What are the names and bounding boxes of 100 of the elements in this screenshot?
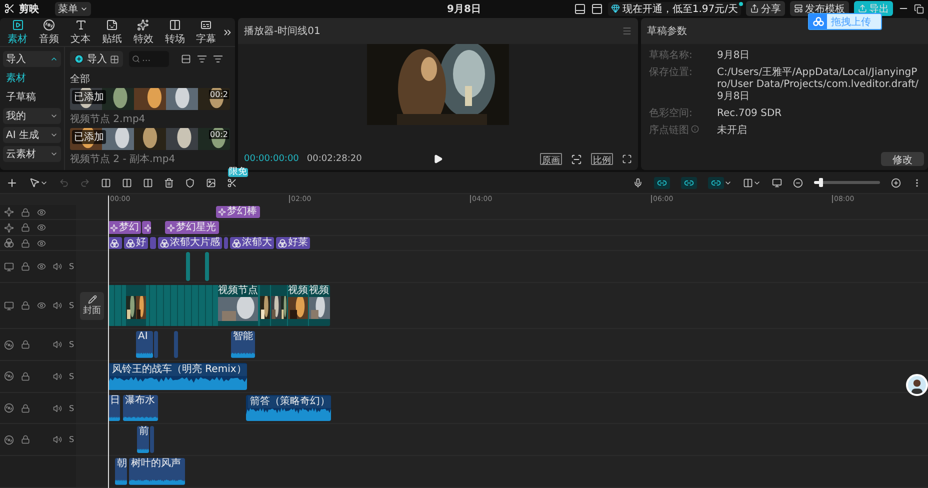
sidebar-group[interactable]: AI 生成 (3, 127, 61, 143)
audio-clip[interactable] (154, 331, 158, 358)
cover-button[interactable]: 封面 (80, 292, 104, 320)
media-item[interactable]: 已添加 00:2 (70, 128, 230, 150)
zoom-slider[interactable] (814, 181, 880, 184)
volume-icon[interactable] (53, 340, 62, 350)
audio-clip[interactable]: 朝 (115, 458, 127, 485)
media-item[interactable]: 已添加 00:2 (70, 88, 230, 110)
split-icon[interactable] (122, 178, 132, 188)
audio-clip[interactable] (174, 331, 178, 358)
filter-icon[interactable] (197, 54, 207, 64)
filter-clip[interactable]: 浓郁大 (230, 236, 274, 250)
pointer-icon[interactable] (29, 177, 40, 188)
zoom-in-icon[interactable] (891, 178, 901, 188)
solo-toggle[interactable]: S (69, 372, 74, 381)
eye-icon[interactable] (37, 238, 46, 248)
link-icon[interactable] (657, 178, 667, 188)
solo-toggle[interactable]: S (69, 435, 74, 444)
media-tab[interactable]: 素材 (2, 18, 34, 46)
more-tabs-icon[interactable] (222, 26, 233, 38)
image-icon[interactable] (206, 178, 216, 188)
filter-clip[interactable]: 好 (124, 236, 148, 250)
eye-icon[interactable] (37, 301, 46, 310)
eye-icon[interactable] (37, 262, 46, 272)
import-button[interactable]: 导入 (70, 51, 123, 67)
effect-clip[interactable]: 梦幻棒 (216, 206, 260, 218)
lock-icon[interactable] (21, 372, 30, 381)
player-button[interactable]: 原画 (540, 153, 562, 165)
scissors-icon[interactable] (227, 178, 237, 188)
edit-button[interactable]: 修改 (881, 152, 924, 166)
sidebar-group[interactable]: 我的 (3, 108, 61, 124)
media-tab[interactable]: 贴纸 (96, 18, 128, 46)
layout-icon[interactable] (574, 2, 586, 14)
restore-icon[interactable] (914, 4, 924, 14)
audio-clip[interactable]: AI (136, 331, 153, 358)
monitor-icon[interactable] (772, 178, 782, 188)
audio-clip[interactable]: 瀑布水 (123, 394, 158, 422)
sidebar-group[interactable]: 云素材 (3, 146, 61, 162)
lock-icon[interactable] (21, 435, 30, 444)
filter-clip[interactable] (150, 236, 156, 250)
layout-icon[interactable] (591, 2, 604, 14)
split-icon[interactable] (101, 178, 111, 188)
volume-icon[interactable] (53, 262, 62, 272)
fullscreen-icon[interactable] (622, 154, 632, 164)
audio-clip[interactable]: 日 (108, 394, 120, 422)
volume-icon[interactable] (53, 435, 62, 444)
audio-clip[interactable]: 风铃王的战车（明亮 Remix） (108, 362, 247, 390)
scan-icon[interactable] (571, 154, 582, 164)
lock-icon[interactable] (21, 208, 30, 217)
sort-icon[interactable] (213, 54, 223, 64)
filter-clip[interactable] (224, 236, 228, 250)
lock-icon[interactable] (21, 262, 30, 272)
link-icon[interactable] (711, 178, 721, 188)
play-button[interactable] (433, 154, 443, 164)
share-button[interactable]: 分享 (746, 1, 785, 16)
shield-icon[interactable] (185, 178, 195, 188)
filter-clip[interactable]: 好莱 (276, 236, 310, 250)
solo-toggle[interactable]: S (69, 340, 74, 350)
add-icon[interactable] (6, 176, 18, 188)
eye-icon[interactable] (37, 208, 46, 217)
volume-icon[interactable] (53, 301, 62, 310)
view-icon[interactable] (181, 54, 191, 64)
media-tab[interactable]: 字幕 (190, 18, 222, 46)
split-icon[interactable] (143, 178, 153, 188)
filter-clip[interactable]: 浓郁大片感 (158, 236, 222, 250)
lock-icon[interactable] (21, 404, 30, 413)
effect-clip[interactable]: 梦幻 (108, 221, 141, 234)
player-button[interactable]: 比例 (591, 153, 613, 165)
sidebar-item[interactable]: 子草稿 (3, 89, 61, 105)
menu-button[interactable]: 菜单 (55, 2, 91, 16)
solo-toggle[interactable]: S (69, 262, 74, 272)
effect-clip[interactable]: 梦幻星光 (165, 221, 219, 234)
solo-toggle[interactable]: S (69, 404, 74, 413)
lock-icon[interactable] (21, 340, 30, 350)
media-tab[interactable]: 文本 (64, 18, 96, 46)
audio-clip[interactable]: 前 (137, 426, 149, 454)
eye-icon[interactable] (37, 223, 46, 232)
audio-clip[interactable] (150, 426, 154, 454)
info-icon[interactable] (691, 125, 699, 133)
preview-axis-icon[interactable] (743, 178, 753, 188)
video-clip[interactable] (186, 252, 190, 282)
audio-clip[interactable]: 智能 (231, 331, 255, 358)
media-tab[interactable]: 特效 (128, 18, 160, 46)
video-clip[interactable] (205, 252, 209, 282)
promo-link[interactable]: 现在开通，低至1.97元/天 (608, 2, 741, 16)
link-icon[interactable] (684, 178, 694, 188)
sidebar-item[interactable]: 素材 (3, 70, 61, 86)
search-field[interactable]: ... (129, 51, 169, 67)
volume-icon[interactable] (53, 372, 62, 381)
sidebar-group[interactable]: 导入 (3, 51, 61, 67)
volume-icon[interactable] (53, 404, 62, 413)
audio-clip[interactable]: 树叶的风声 (129, 458, 185, 485)
audio-clip[interactable]: 箭答（策略奇幻） (246, 394, 331, 422)
effect-clip[interactable] (142, 221, 151, 234)
lock-icon[interactable] (21, 301, 30, 310)
media-tab[interactable]: 音频 (33, 18, 65, 46)
delete-icon[interactable] (164, 178, 174, 188)
lock-icon[interactable] (21, 238, 30, 248)
solo-toggle[interactable]: S (69, 301, 74, 310)
filter-clip[interactable] (108, 236, 122, 250)
